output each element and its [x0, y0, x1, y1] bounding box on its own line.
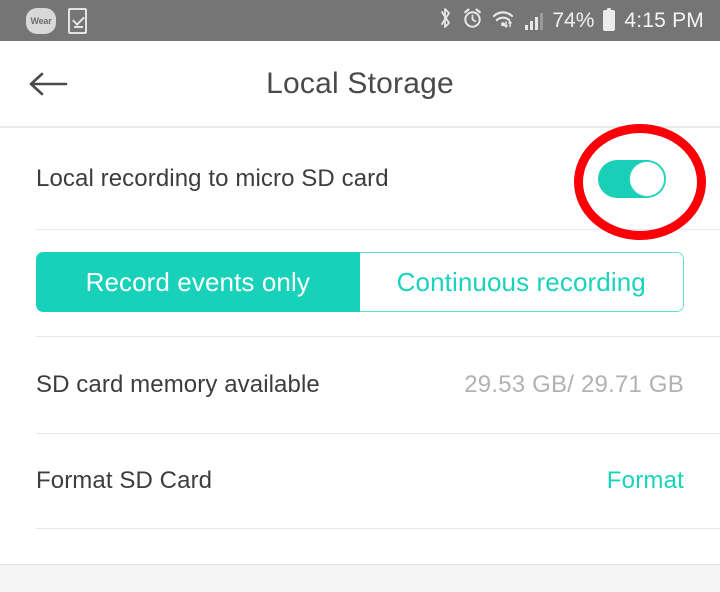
tab-record-events-only[interactable]: Record events only: [36, 252, 360, 312]
back-arrow-icon: [29, 72, 68, 96]
toggle-knob: [629, 160, 665, 197]
clock-label: 4:15 PM: [624, 8, 704, 32]
divider-after-format: [36, 528, 720, 529]
alarm-icon: [462, 8, 483, 33]
recording-mode-segmented: Record events only Continuous recording: [36, 252, 684, 312]
back-button[interactable]: [22, 60, 74, 108]
wifi-icon: [492, 9, 516, 33]
wear-badge-label: Wear: [30, 15, 52, 26]
local-recording-label: Local recording to micro SD card: [36, 164, 389, 192]
wear-badge-icon: Wear: [26, 7, 56, 34]
app-screen: Wear 74% 4:15 PM Local Storage Local rec…: [0, 0, 720, 592]
tab-continuous-recording-label: Continuous recording: [396, 266, 646, 297]
sd-memory-row: SD card memory available 29.53 GB/ 29.71…: [0, 337, 720, 433]
format-button[interactable]: Format: [607, 467, 684, 495]
status-bar-left-icons: Wear: [26, 7, 87, 34]
cellular-signal-icon: [525, 12, 544, 30]
app-header: Local Storage: [0, 41, 720, 127]
tab-continuous-recording[interactable]: Continuous recording: [359, 252, 684, 312]
bottom-strip: [0, 564, 720, 592]
local-recording-toggle[interactable]: [598, 159, 666, 198]
status-bar: Wear 74% 4:15 PM: [0, 0, 720, 41]
tab-record-events-only-label: Record events only: [85, 266, 310, 297]
local-recording-row[interactable]: Local recording to micro SD card: [0, 128, 720, 229]
format-sd-card-row[interactable]: Format SD Card Format: [0, 434, 720, 528]
battery-icon: [603, 8, 616, 31]
sd-memory-value: 29.53 GB/ 29.71 GB: [464, 371, 684, 398]
battery-percent-label: 74%: [552, 8, 595, 32]
recording-mode-control: Record events only Continuous recording: [0, 230, 720, 336]
checklist-phone-icon: [68, 7, 87, 34]
format-sd-card-label: Format SD Card: [36, 467, 213, 494]
settings-list: Local recording to micro SD card Record …: [0, 128, 720, 592]
bluetooth-icon: [439, 7, 453, 34]
page-title: Local Storage: [266, 67, 454, 100]
sd-memory-label: SD card memory available: [36, 371, 320, 398]
status-bar-right-icons: 74% 4:15 PM: [439, 7, 704, 34]
